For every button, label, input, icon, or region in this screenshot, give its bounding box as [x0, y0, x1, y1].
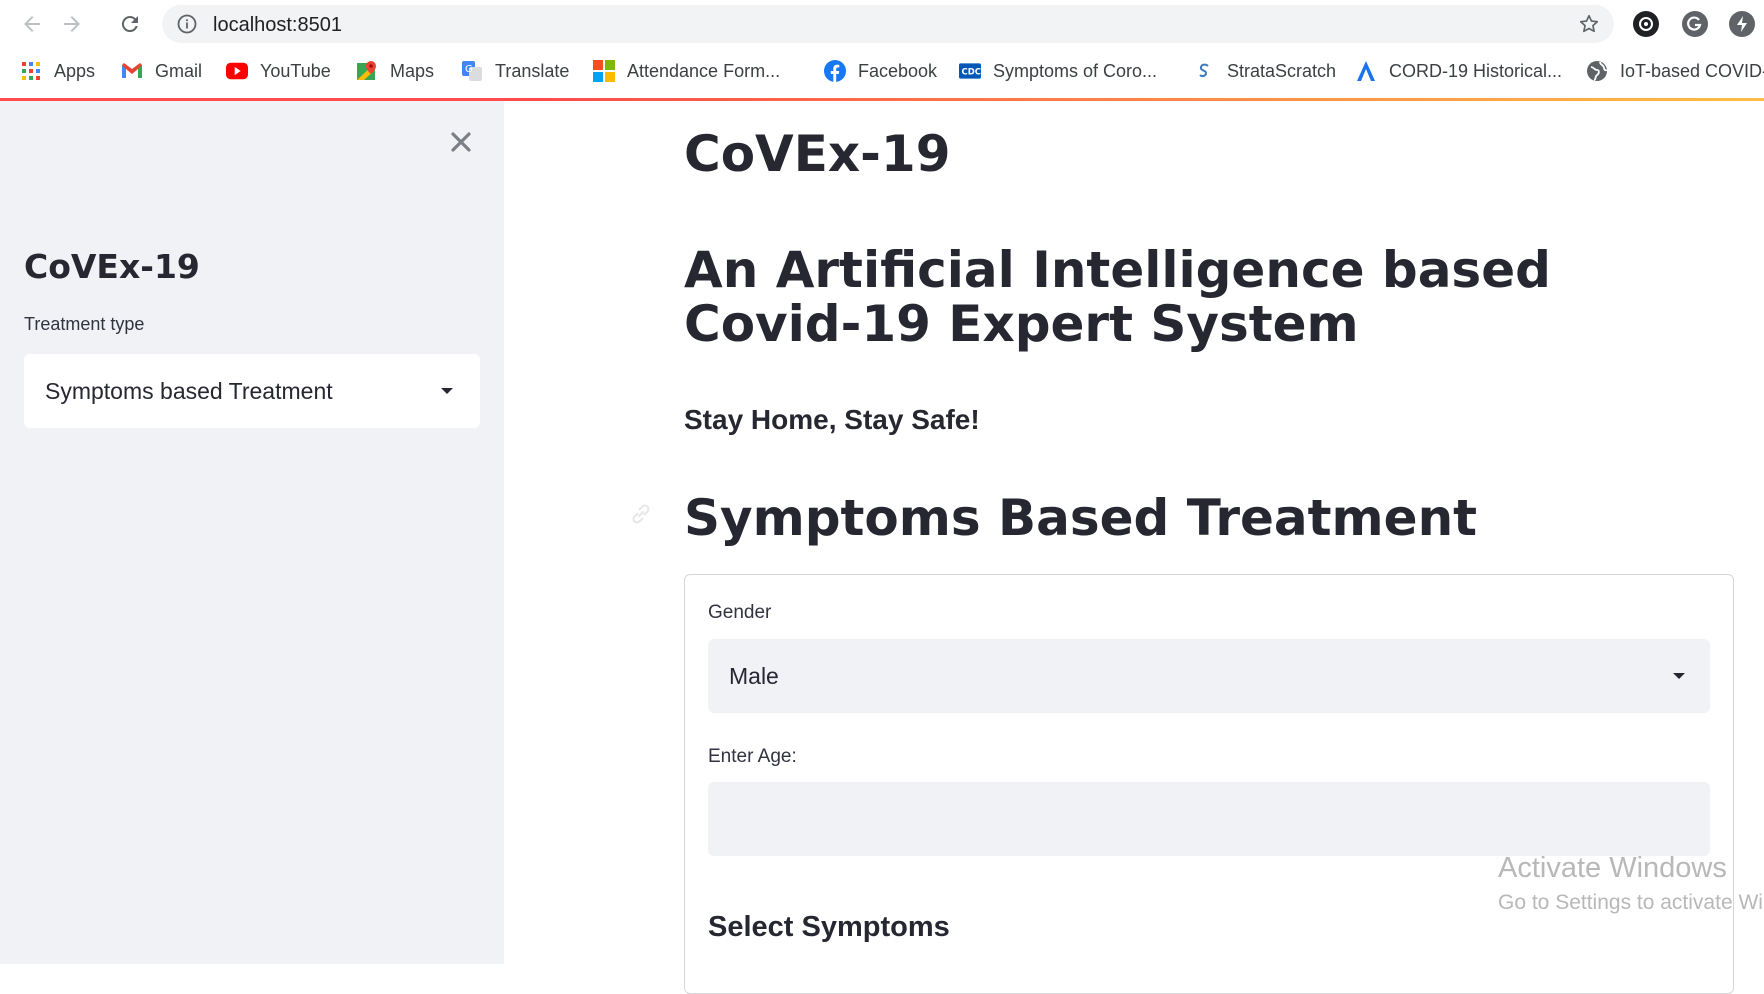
- maps-icon: [356, 60, 378, 82]
- bookmark-label: Gmail: [155, 60, 203, 81]
- bookmark-attendance-form[interactable]: Attendance Form...: [593, 55, 780, 87]
- main-content: CoVEx-19 An Artificial Intelligence base…: [504, 101, 1764, 994]
- bookmarks-bar: Apps Gmail YouTube Maps G Translate Atte…: [0, 55, 1764, 87]
- bookmark-label: Apps: [54, 60, 96, 81]
- anchor-link-icon[interactable]: [628, 501, 654, 527]
- gender-value: Male: [729, 663, 779, 689]
- bookmark-label: Attendance Form...: [627, 60, 781, 81]
- activate-windows-watermark: Activate Windows: [1498, 852, 1727, 884]
- close-sidebar-button[interactable]: [446, 127, 476, 157]
- bookmark-label: IoT-based COVID-: [1620, 60, 1764, 81]
- sidebar-title: CoVEx-19: [24, 247, 200, 286]
- forward-arrow-icon: [64, 16, 80, 32]
- bookmark-facebook[interactable]: Facebook: [824, 55, 937, 87]
- site-info-icon[interactable]: [177, 14, 197, 34]
- translate-icon: G: [461, 60, 483, 82]
- bookmark-label: YouTube: [260, 60, 331, 81]
- age-label: Enter Age:: [708, 746, 797, 767]
- chevron-down-icon: [441, 388, 453, 394]
- bookmark-label: Maps: [390, 60, 435, 81]
- treatment-type-select[interactable]: Symptoms based Treatment: [24, 354, 480, 428]
- bookmark-cord19-historical[interactable]: CORD-19 Historical...: [1355, 55, 1562, 87]
- bookmark-star-icon[interactable]: [1578, 13, 1600, 35]
- bookmark-label: StrataScratch: [1227, 60, 1337, 81]
- bookmark-symptoms-of-coro[interactable]: CDC Symptoms of Coro...: [959, 55, 1157, 87]
- lightning-extension-icon[interactable]: [1729, 11, 1755, 37]
- treatment-type-value: Symptoms based Treatment: [45, 378, 333, 404]
- bookmark-translate[interactable]: G Translate: [461, 55, 569, 87]
- gmail-icon: [121, 60, 143, 82]
- stratascratch-icon: [1193, 60, 1215, 82]
- cdc-icon: CDC: [959, 60, 981, 82]
- age-input[interactable]: [708, 782, 1710, 856]
- address-bar[interactable]: localhost:8501: [162, 5, 1614, 43]
- back-arrow-icon: [24, 16, 40, 32]
- forward-button[interactable]: [58, 10, 86, 38]
- section-title: Symptoms Based Treatment: [684, 489, 1478, 547]
- bookmark-youtube[interactable]: YouTube: [226, 55, 331, 87]
- globe-icon: [1586, 60, 1608, 82]
- bookmark-label: Facebook: [858, 60, 938, 81]
- bookmark-label: Symptoms of Coro...: [993, 60, 1158, 81]
- reload-button[interactable]: [116, 10, 144, 38]
- activate-windows-subtext: Go to Settings to activate Windows.: [1498, 891, 1764, 914]
- gender-select[interactable]: Male: [708, 639, 1710, 713]
- bookmark-iot-based-covid[interactable]: IoT-based COVID-: [1586, 55, 1764, 87]
- svg-text:G: G: [465, 64, 473, 75]
- symptoms-form: Gender Male Enter Age: Select Symptoms: [684, 574, 1734, 994]
- extension-icon[interactable]: [1633, 11, 1659, 37]
- gender-label: Gender: [708, 602, 772, 623]
- bookmark-label: CORD-19 Historical...: [1389, 60, 1563, 81]
- treatment-type-label: Treatment type: [24, 314, 145, 334]
- grammarly-icon[interactable]: [1682, 11, 1708, 37]
- bookmark-apps[interactable]: Apps: [20, 55, 95, 87]
- bookmark-maps[interactable]: Maps: [356, 55, 434, 87]
- sidebar: CoVEx-19 Treatment type Symptoms based T…: [0, 101, 504, 964]
- back-button[interactable]: [18, 10, 46, 38]
- svg-text:CDC: CDC: [962, 66, 981, 76]
- bookmark-stratascratch[interactable]: StrataScratch: [1193, 55, 1336, 87]
- bookmark-label: Translate: [495, 60, 570, 81]
- cord19-icon: [1355, 60, 1377, 82]
- select-symptoms-heading: Select Symptoms: [708, 911, 950, 943]
- reload-icon: [121, 16, 138, 33]
- youtube-icon: [226, 60, 248, 82]
- browser-chrome: localhost:8501 Apps Gmail YouTube Maps G…: [0, 0, 1764, 101]
- tagline: Stay Home, Stay Safe!: [684, 404, 980, 435]
- close-icon: [451, 132, 471, 152]
- page-title: CoVEx-19: [684, 125, 951, 183]
- page-subtitle: An Artificial Intelligence based Covid-1…: [684, 241, 1551, 353]
- url-text: localhost:8501: [213, 14, 342, 36]
- bookmark-gmail[interactable]: Gmail: [121, 55, 202, 87]
- microsoft-icon: [593, 60, 615, 82]
- chevron-down-icon: [1673, 673, 1685, 679]
- facebook-icon: [824, 60, 846, 82]
- apps-grid-icon: [20, 60, 42, 82]
